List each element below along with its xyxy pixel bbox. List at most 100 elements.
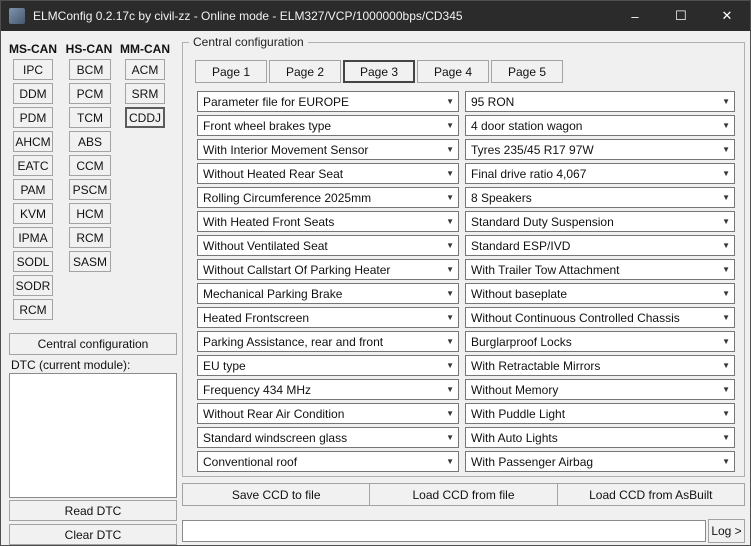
config-combobox[interactable]: Parking Assistance, rear and front ▼ [197, 331, 459, 352]
chevron-down-icon: ▼ [446, 290, 454, 298]
combobox-value: Mechanical Parking Brake [203, 287, 342, 301]
ccd-button[interactable]: Load CCD from AsBuilt [557, 483, 745, 506]
combobox-value: With Trailer Tow Attachment [471, 263, 620, 277]
read-dtc-button[interactable]: Read DTC [9, 500, 177, 521]
config-combobox[interactable]: Front wheel brakes type ▼ [197, 115, 459, 136]
chevron-down-icon: ▼ [446, 218, 454, 226]
config-combobox[interactable]: With Heated Front Seats ▼ [197, 211, 459, 232]
module-button[interactable]: IPMA [13, 227, 53, 248]
chevron-down-icon: ▼ [722, 242, 730, 250]
page-tab[interactable]: Page 1 [195, 60, 267, 83]
module-button[interactable]: PCM [69, 83, 111, 104]
chevron-down-icon: ▼ [722, 194, 730, 202]
chevron-down-icon: ▼ [722, 338, 730, 346]
config-combobox[interactable]: With Trailer Tow Attachment ▼ [465, 259, 735, 280]
chevron-down-icon: ▼ [446, 266, 454, 274]
config-combobox[interactable]: Standard windscreen glass ▼ [197, 427, 459, 448]
config-combobox[interactable]: Standard ESP/IVD ▼ [465, 235, 735, 256]
config-combobox[interactable]: With Auto Lights ▼ [465, 427, 735, 448]
combobox-value: With Passenger Airbag [471, 455, 593, 469]
module-button[interactable]: RCM [13, 299, 53, 320]
maximize-icon: ☐ [675, 8, 687, 24]
chevron-down-icon: ▼ [446, 146, 454, 154]
chevron-down-icon: ▼ [446, 98, 454, 106]
log-button[interactable]: Log > [708, 519, 745, 543]
module-button[interactable]: TCM [69, 107, 111, 128]
config-combobox[interactable]: Tyres 235/45 R17 97W ▼ [465, 139, 735, 160]
log-input[interactable] [182, 520, 706, 542]
module-button[interactable]: ABS [69, 131, 111, 152]
config-combobox[interactable]: With Puddle Light ▼ [465, 403, 735, 424]
config-combobox[interactable]: Without Ventilated Seat ▼ [197, 235, 459, 256]
combobox-value: With Puddle Light [471, 407, 565, 421]
module-button[interactable]: DDM [13, 83, 53, 104]
close-icon: ✕ [722, 8, 733, 24]
config-column-right: 95 RON ▼ 4 door station wagon ▼ Tyres 23… [465, 91, 735, 475]
page-tab[interactable]: Page 3 [343, 60, 415, 83]
config-combobox[interactable]: With Interior Movement Sensor ▼ [197, 139, 459, 160]
page-tab[interactable]: Page 4 [417, 60, 489, 83]
config-combobox[interactable]: 8 Speakers ▼ [465, 187, 735, 208]
module-button[interactable]: EATC [13, 155, 53, 176]
minimize-button[interactable]: – [612, 1, 658, 31]
module-button[interactable]: PSCM [69, 179, 111, 200]
ccd-button[interactable]: Save CCD to file [182, 483, 370, 506]
combobox-value: Without baseplate [471, 287, 567, 301]
config-combobox[interactable]: Without Callstart Of Parking Heater ▼ [197, 259, 459, 280]
config-combobox[interactable]: 95 RON ▼ [465, 91, 735, 112]
chevron-down-icon: ▼ [722, 146, 730, 154]
config-combobox[interactable]: EU type ▼ [197, 355, 459, 376]
dtc-listbox[interactable] [9, 373, 177, 498]
module-button[interactable]: HCM [69, 203, 111, 224]
chevron-down-icon: ▼ [722, 410, 730, 418]
clear-dtc-button[interactable]: Clear DTC [9, 524, 177, 545]
config-combobox[interactable]: Burglarproof Locks ▼ [465, 331, 735, 352]
module-button[interactable]: KVM [13, 203, 53, 224]
config-combobox[interactable]: Conventional roof ▼ [197, 451, 459, 472]
central-configuration-button[interactable]: Central configuration [9, 333, 177, 355]
combobox-value: With Auto Lights [471, 431, 558, 445]
module-button[interactable]: PAM [13, 179, 53, 200]
module-button[interactable]: SRM [125, 83, 165, 104]
titlebar: ELMConfig 0.2.17c by civil-zz - Online m… [1, 1, 750, 31]
config-combobox[interactable]: 4 door station wagon ▼ [465, 115, 735, 136]
page-tab[interactable]: Page 5 [491, 60, 563, 83]
module-button[interactable]: RCM [69, 227, 111, 248]
module-button[interactable]: CDDJ [125, 107, 165, 128]
module-button[interactable]: SASM [69, 251, 111, 272]
combobox-value: Conventional roof [203, 455, 297, 469]
chevron-down-icon: ▼ [446, 386, 454, 394]
chevron-down-icon: ▼ [722, 314, 730, 322]
ccd-button[interactable]: Load CCD from file [369, 483, 557, 506]
config-combobox[interactable]: Final drive ratio 4,067 ▼ [465, 163, 735, 184]
config-combobox[interactable]: With Retractable Mirrors ▼ [465, 355, 735, 376]
page-tab[interactable]: Page 2 [269, 60, 341, 83]
module-button[interactable]: AHCM [13, 131, 53, 152]
config-combobox[interactable]: Without Heated Rear Seat ▼ [197, 163, 459, 184]
module-button[interactable]: BCM [69, 59, 111, 80]
module-button[interactable]: ACM [125, 59, 165, 80]
module-button[interactable]: SODL [13, 251, 53, 272]
config-combobox[interactable]: Without baseplate ▼ [465, 283, 735, 304]
config-combobox[interactable]: Frequency 434 MHz ▼ [197, 379, 459, 400]
config-combobox[interactable]: Without Memory ▼ [465, 379, 735, 400]
config-combobox[interactable]: Heated Frontscreen ▼ [197, 307, 459, 328]
chevron-down-icon: ▼ [722, 98, 730, 106]
config-combobox[interactable]: With Passenger Airbag ▼ [465, 451, 735, 472]
module-button[interactable]: PDM [13, 107, 53, 128]
config-combobox[interactable]: Without Continuous Controlled Chassis ▼ [465, 307, 735, 328]
maximize-button[interactable]: ☐ [658, 1, 704, 31]
combobox-value: Burglarproof Locks [471, 335, 572, 349]
module-button[interactable]: IPC [13, 59, 53, 80]
chevron-down-icon: ▼ [722, 218, 730, 226]
combobox-value: Without Rear Air Condition [203, 407, 344, 421]
config-combobox[interactable]: Parameter file for EUROPE ▼ [197, 91, 459, 112]
config-combobox[interactable]: Standard Duty Suspension ▼ [465, 211, 735, 232]
module-button[interactable]: SODR [13, 275, 53, 296]
close-button[interactable]: ✕ [704, 1, 750, 31]
config-combobox[interactable]: Mechanical Parking Brake ▼ [197, 283, 459, 304]
config-combobox[interactable]: Rolling Circumference 2025mm ▼ [197, 187, 459, 208]
module-button[interactable]: CCM [69, 155, 111, 176]
config-combobox[interactable]: Without Rear Air Condition ▼ [197, 403, 459, 424]
chevron-down-icon: ▼ [446, 194, 454, 202]
